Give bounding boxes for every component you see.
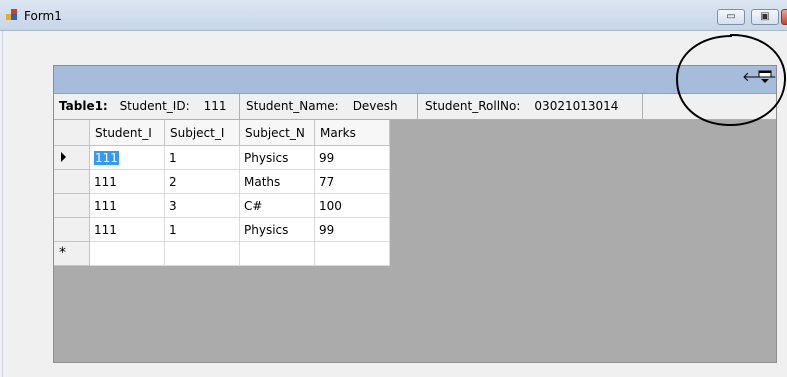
minimize-button[interactable]: ▭ (717, 9, 745, 25)
row-header[interactable] (54, 194, 90, 218)
row-header[interactable] (54, 218, 90, 242)
parent-field-label: Student_RollNo: (425, 99, 521, 113)
parent-field-value: 03021013014 (534, 99, 619, 113)
maximize-button[interactable]: ▣ (751, 9, 779, 25)
column-header-student-id[interactable]: Student_I (90, 120, 165, 146)
new-row-cell[interactable] (240, 242, 315, 266)
top-left-header-cell[interactable] (54, 120, 90, 146)
row-header[interactable] (54, 146, 90, 170)
window-title-bar[interactable]: Form1 ▭ ▣ (0, 0, 787, 31)
new-row-icon: * (59, 245, 66, 261)
table-cell[interactable]: 111 (90, 146, 165, 170)
table-cell[interactable]: 111 (90, 194, 165, 218)
minimize-icon: ▭ (726, 11, 736, 22)
table-cell[interactable]: 1 (165, 218, 240, 242)
parent-field-label: Student_ID: (119, 99, 190, 113)
new-row-header[interactable]: * (54, 242, 90, 266)
parent-field-student-id: Table1: Student_ID: 111 (54, 94, 240, 119)
window-title: Form1 (24, 9, 62, 23)
grid-caption-bar: 🡐 (54, 66, 777, 94)
table-cell[interactable]: 99 (315, 146, 390, 170)
parent-table-label: Table1: (59, 99, 108, 113)
form-border (2, 31, 3, 377)
parent-field-student-name: Student_Name: Devesh (240, 94, 418, 119)
parent-field-student-rollno: Student_RollNo: 03021013014 (418, 94, 643, 119)
table-cell[interactable]: Physics (240, 146, 315, 170)
table-cell[interactable]: 100 (315, 194, 390, 218)
table-cell[interactable]: 2 (165, 170, 240, 194)
parent-field-value: Devesh (352, 99, 398, 113)
app-icon (6, 9, 18, 21)
table-cell[interactable]: 3 (165, 194, 240, 218)
column-header-subject-name[interactable]: Subject_N (240, 120, 315, 146)
table-cell[interactable]: 111 (90, 218, 165, 242)
column-header-marks[interactable]: Marks (315, 120, 390, 146)
new-row-cell[interactable] (165, 242, 240, 266)
parent-row-bar[interactable]: Table1: Student_ID: 111 Student_Name: Deve… (54, 94, 776, 120)
table-cell[interactable]: Maths (240, 170, 315, 194)
table-cell[interactable]: 1 (165, 146, 240, 170)
parent-field-label: Student_Name: (246, 99, 339, 113)
annotation-circle (675, 33, 787, 127)
current-row-pointer-icon (61, 152, 66, 162)
selected-cell-text: 111 (94, 151, 119, 165)
data-grid[interactable]: 🡐 Table1: Student_ID: 111 Student_Name: De… (53, 65, 777, 363)
table-cell[interactable]: Physics (240, 218, 315, 242)
new-row-cell[interactable] (90, 242, 165, 266)
row-header[interactable] (54, 170, 90, 194)
new-row-cell[interactable] (315, 242, 390, 266)
table-cell[interactable]: 111 (90, 170, 165, 194)
close-button[interactable] (781, 9, 787, 25)
column-header-subject-id[interactable]: Subject_I (165, 120, 240, 146)
maximize-icon: ▣ (760, 11, 770, 22)
table-cell[interactable]: C# (240, 194, 315, 218)
table-cell[interactable]: 99 (315, 218, 390, 242)
table-cell[interactable]: 77 (315, 170, 390, 194)
parent-field-value: 111 (203, 99, 227, 113)
